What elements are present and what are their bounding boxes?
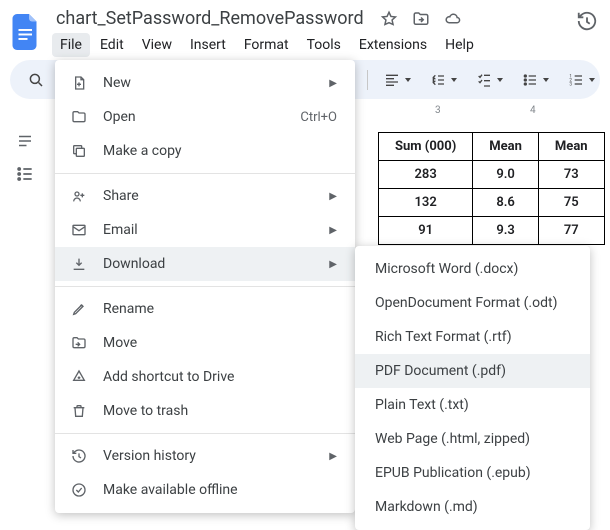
rename-icon bbox=[69, 301, 89, 317]
bulleted-list-tool[interactable] bbox=[516, 66, 544, 94]
menu-shortcut: Ctrl+O bbox=[300, 110, 337, 125]
menu-make-copy[interactable]: Make a copy bbox=[55, 134, 355, 168]
menu-add-shortcut[interactable]: Add shortcut to Drive bbox=[55, 360, 355, 394]
line-spacing-tool[interactable] bbox=[424, 66, 452, 94]
table-cell: 75 bbox=[538, 189, 604, 217]
search-tool[interactable] bbox=[22, 66, 50, 94]
ruler-mark: 4 bbox=[530, 105, 536, 116]
menu-insert[interactable]: Insert bbox=[182, 33, 234, 57]
download-submenu: Microsoft Word (.docx)OpenDocument Forma… bbox=[355, 246, 590, 530]
history-small-icon bbox=[69, 448, 89, 464]
menu-format[interactable]: Format bbox=[236, 33, 297, 57]
table-row: 132 8.6 75 bbox=[379, 189, 605, 217]
download-option[interactable]: Microsoft Word (.docx) bbox=[355, 252, 590, 286]
show-outline-icon[interactable] bbox=[16, 132, 34, 150]
table-cell: 91 bbox=[379, 217, 473, 245]
menu-move[interactable]: Move bbox=[55, 326, 355, 360]
download-icon bbox=[69, 256, 89, 272]
offline-icon bbox=[69, 482, 89, 498]
menu-offline[interactable]: Make available offline bbox=[55, 473, 355, 507]
submenu-arrow-icon: ▶ bbox=[329, 451, 337, 462]
table-cell: 8.6 bbox=[473, 189, 539, 217]
checklist-tool[interactable] bbox=[470, 66, 498, 94]
align-tool[interactable] bbox=[378, 66, 406, 94]
menu-extensions[interactable]: Extensions bbox=[351, 33, 435, 57]
menu-label: Make a copy bbox=[103, 143, 182, 159]
copy-icon bbox=[69, 143, 89, 159]
menu-download[interactable]: Download ▶ bbox=[55, 247, 355, 281]
table-cell: 73 bbox=[538, 161, 604, 189]
trash-icon bbox=[69, 403, 89, 419]
table-cell: 9.0 bbox=[473, 161, 539, 189]
menu-label: Rename bbox=[103, 301, 154, 317]
submenu-arrow-icon: ▶ bbox=[329, 225, 337, 236]
folder-icon bbox=[69, 109, 89, 125]
table-cell: 283 bbox=[379, 161, 473, 189]
new-file-icon bbox=[69, 75, 89, 91]
download-option[interactable]: Web Page (.html, zipped) bbox=[355, 422, 590, 456]
menu-label: Share bbox=[103, 188, 139, 204]
download-option[interactable]: Markdown (.md) bbox=[355, 490, 590, 524]
drive-shortcut-icon bbox=[69, 369, 89, 385]
data-table: Sum (000) Mean Mean 283 9.0 73 132 8.6 7… bbox=[378, 132, 605, 245]
menu-label: Move bbox=[103, 335, 137, 351]
menu-share[interactable]: Share ▶ bbox=[55, 179, 355, 213]
history-icon[interactable] bbox=[576, 10, 598, 32]
table-row: 91 9.3 77 bbox=[379, 217, 605, 245]
menu-edit[interactable]: Edit bbox=[92, 33, 132, 57]
submenu-arrow-icon: ▶ bbox=[329, 78, 337, 89]
table-header: Mean bbox=[473, 133, 539, 161]
svg-text:3: 3 bbox=[569, 81, 572, 87]
menu-email[interactable]: Email ▶ bbox=[55, 213, 355, 247]
doc-title[interactable]: chart_SetPassword_RemovePassword bbox=[52, 6, 368, 31]
menu-help[interactable]: Help bbox=[437, 33, 482, 57]
share-icon bbox=[69, 188, 89, 204]
toolbar-separator bbox=[367, 70, 368, 90]
menu-rename[interactable]: Rename bbox=[55, 292, 355, 326]
table-cell: 9.3 bbox=[473, 217, 539, 245]
menu-tools[interactable]: Tools bbox=[299, 33, 349, 57]
menu-label: Email bbox=[103, 222, 138, 238]
menu-separator bbox=[55, 286, 355, 287]
table-header: Sum (000) bbox=[379, 133, 473, 161]
download-option[interactable]: OpenDocument Format (.odt) bbox=[355, 286, 590, 320]
menubar: File Edit View Insert Format Tools Exten… bbox=[52, 33, 600, 57]
download-option[interactable]: PDF Document (.pdf) bbox=[355, 354, 590, 388]
outline-bullets-icon[interactable] bbox=[15, 164, 35, 184]
cloud-status-icon[interactable] bbox=[444, 10, 462, 28]
menu-separator bbox=[55, 173, 355, 174]
menu-new[interactable]: New ▶ bbox=[55, 66, 355, 100]
download-option[interactable]: EPUB Publication (.epub) bbox=[355, 456, 590, 490]
menu-label: Make available offline bbox=[103, 482, 238, 498]
download-option[interactable]: Rich Text Format (.rtf) bbox=[355, 320, 590, 354]
table-row: 283 9.0 73 bbox=[379, 161, 605, 189]
move-icon bbox=[69, 335, 89, 351]
email-icon bbox=[69, 222, 89, 238]
menu-separator bbox=[55, 433, 355, 434]
menu-label: Open bbox=[103, 109, 136, 125]
ruler-mark: 3 bbox=[435, 105, 441, 116]
menu-file[interactable]: File bbox=[52, 33, 90, 57]
menu-label: Download bbox=[103, 256, 165, 272]
move-folder-icon[interactable] bbox=[412, 10, 430, 28]
menu-view[interactable]: View bbox=[134, 33, 180, 57]
menu-label: Add shortcut to Drive bbox=[103, 369, 234, 385]
menu-label: New bbox=[103, 75, 131, 91]
docs-logo[interactable] bbox=[10, 12, 42, 52]
file-menu: New ▶ Open Ctrl+O Make a copy Share ▶ Em… bbox=[55, 60, 355, 513]
star-icon[interactable] bbox=[380, 10, 398, 28]
menu-version-history[interactable]: Version history ▶ bbox=[55, 439, 355, 473]
menu-trash[interactable]: Move to trash bbox=[55, 394, 355, 428]
menu-label: Move to trash bbox=[103, 403, 188, 419]
table-cell: 77 bbox=[538, 217, 604, 245]
menu-open[interactable]: Open Ctrl+O bbox=[55, 100, 355, 134]
download-option[interactable]: Plain Text (.txt) bbox=[355, 388, 590, 422]
table-cell: 132 bbox=[379, 189, 473, 217]
submenu-arrow-icon: ▶ bbox=[329, 191, 337, 202]
numbered-list-tool[interactable]: 123 bbox=[562, 66, 590, 94]
table-header: Mean bbox=[538, 133, 604, 161]
table-row: Sum (000) Mean Mean bbox=[379, 133, 605, 161]
menu-label: Version history bbox=[103, 448, 196, 464]
submenu-arrow-icon: ▶ bbox=[329, 259, 337, 270]
